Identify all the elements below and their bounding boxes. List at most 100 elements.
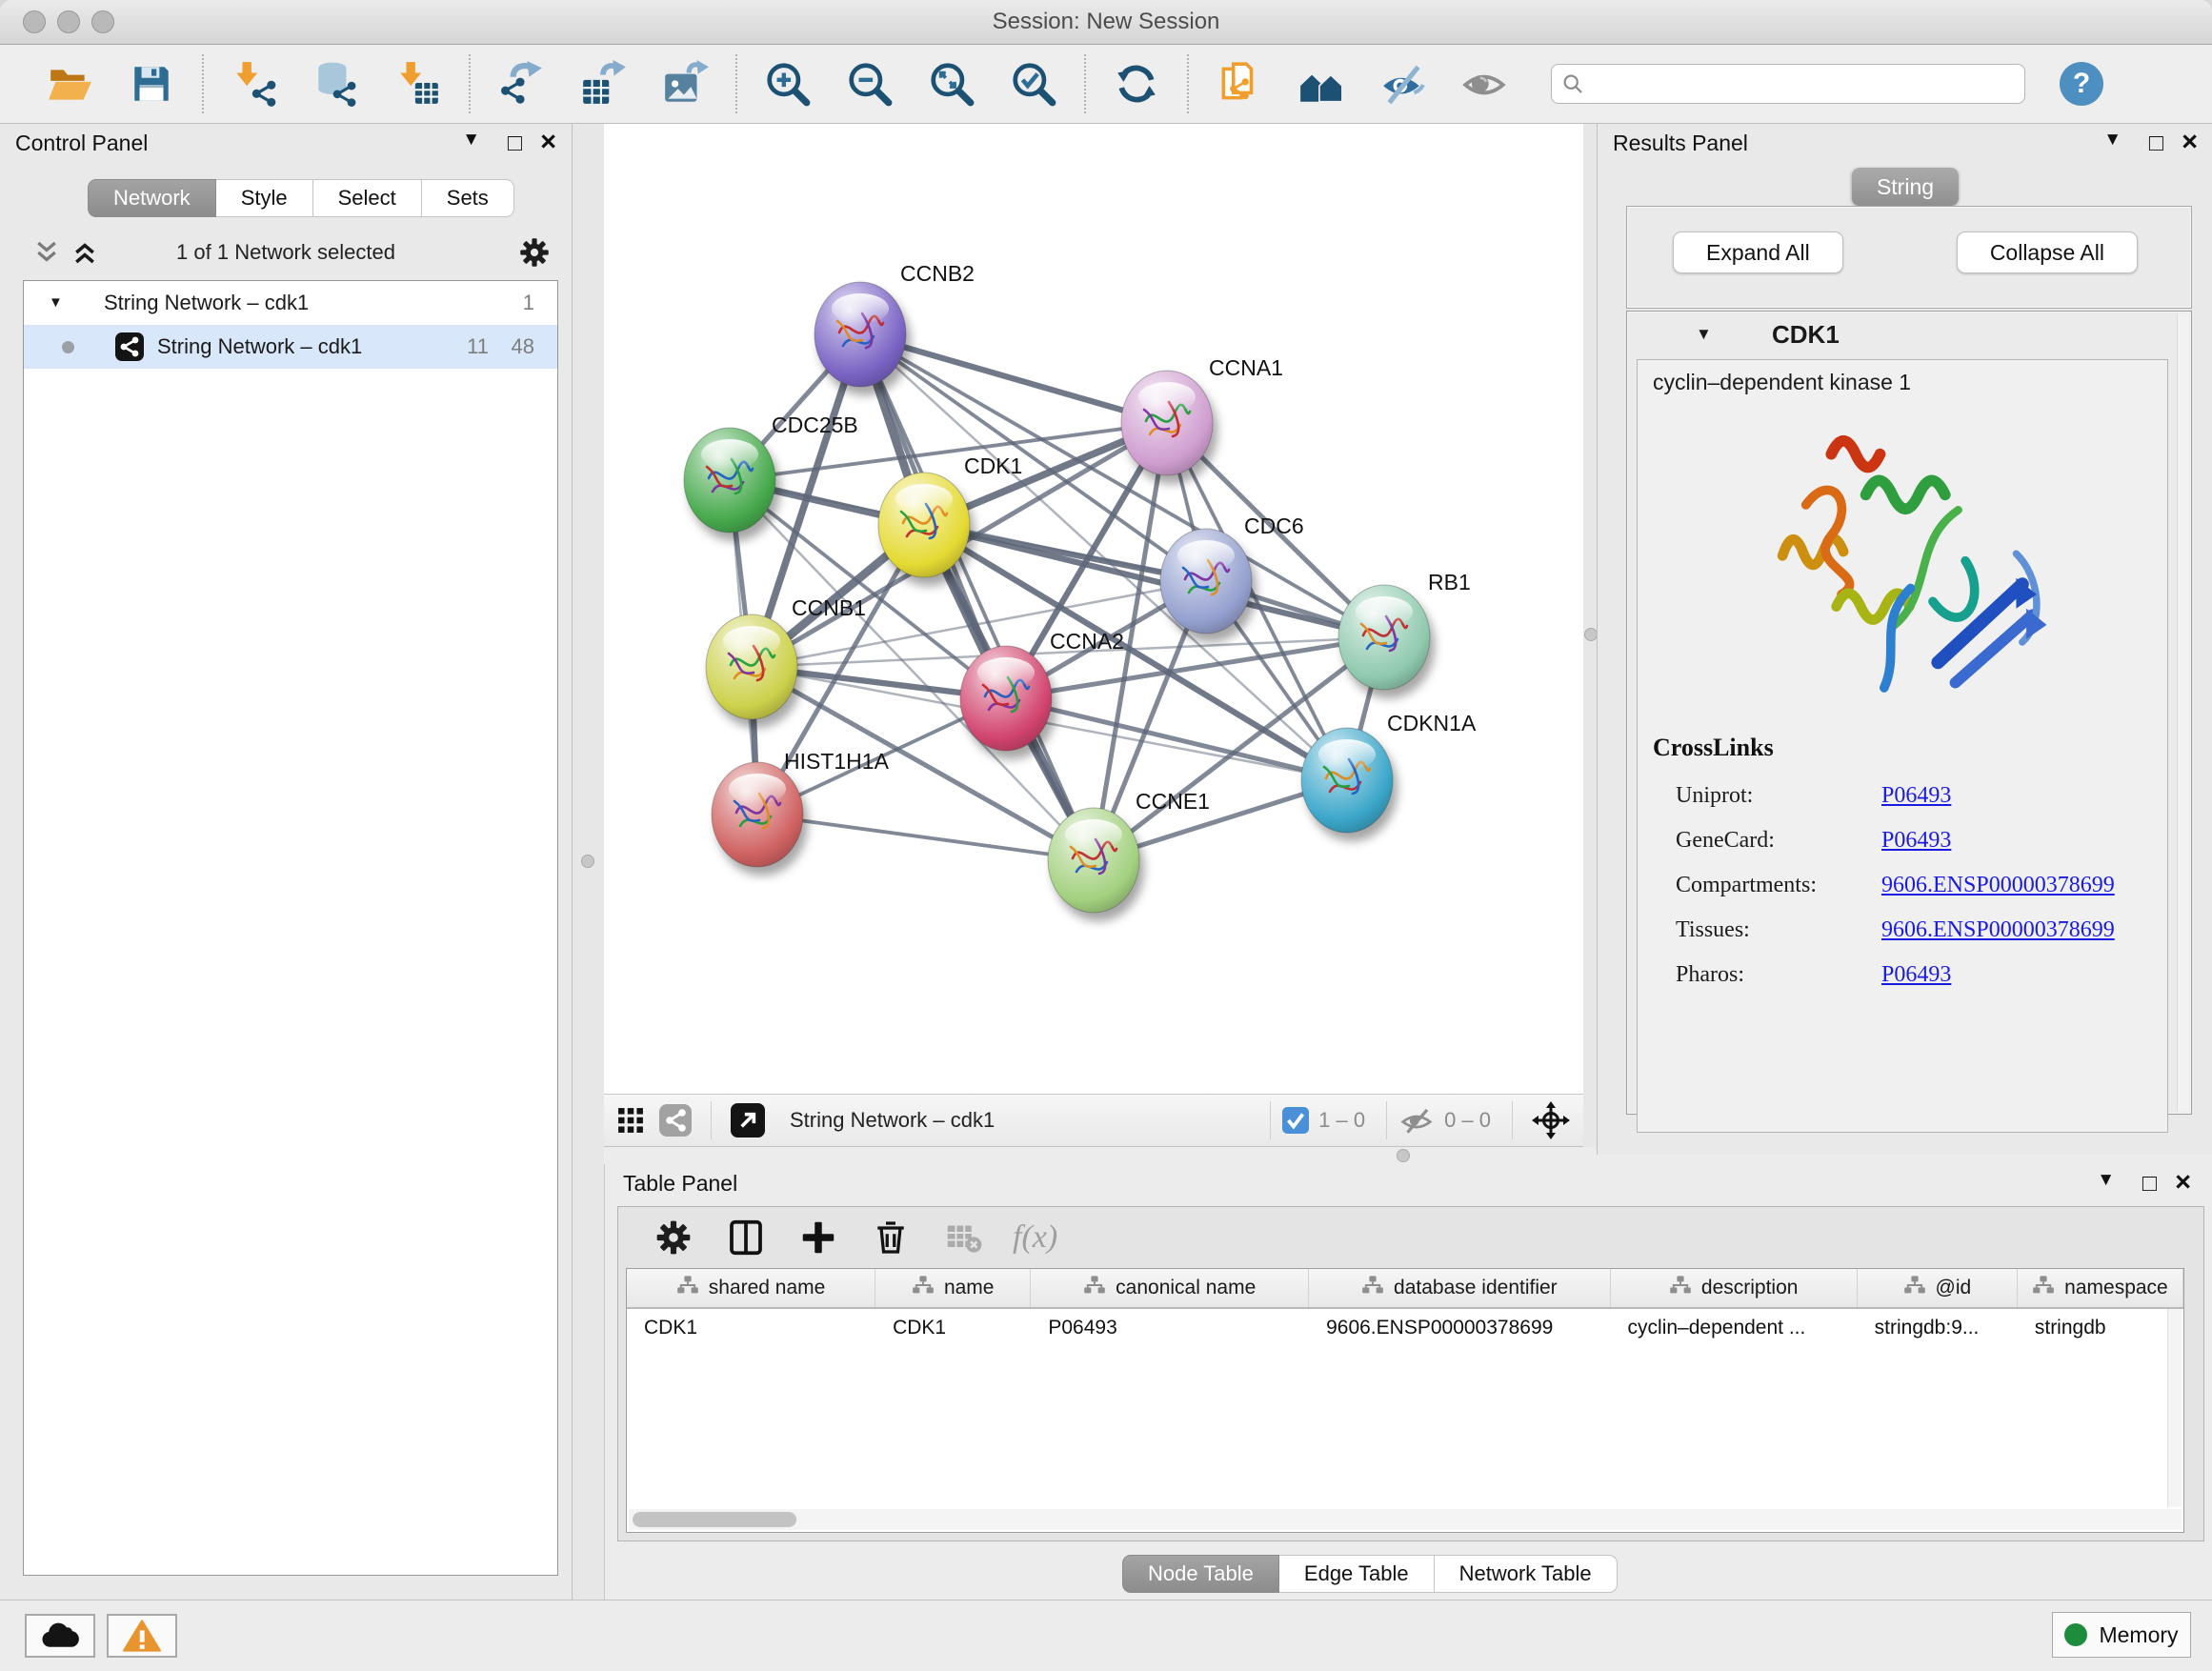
network-node-CDKN1A[interactable]: CDKN1A (1301, 711, 1477, 833)
search-box[interactable] (1551, 64, 2025, 104)
tab-network-table[interactable]: Network Table (1435, 1555, 1618, 1593)
table-cell[interactable]: stringdb (2018, 1309, 2183, 1349)
tab-edge-table[interactable]: Edge Table (1279, 1555, 1435, 1593)
save-session-button[interactable] (128, 60, 175, 108)
gene-expander-icon[interactable]: ▼ (1696, 325, 1712, 344)
import-network-file-button[interactable] (231, 60, 278, 108)
network-canvas[interactable]: CCNB2 CCNA1 CDC25B CDK1 (604, 124, 1583, 1094)
delete-column-icon[interactable] (870, 1217, 912, 1258)
zoom-out-button[interactable] (846, 60, 894, 108)
search-input[interactable] (1584, 71, 2015, 96)
results-panel-float-icon[interactable]: □ (2149, 130, 2163, 157)
scrollbar-thumb[interactable] (633, 1512, 796, 1527)
network-collection-row[interactable]: ▼ String Network – cdk1 1 (24, 281, 557, 325)
crosslink-label: Tissues: (1676, 917, 1750, 943)
table-row[interactable]: CDK1CDK1P064939606.ENSP00000378699cyclin… (627, 1309, 2183, 1349)
collection-expander-icon[interactable]: ▼ (49, 281, 63, 325)
column-header-at-id[interactable]: @id (1858, 1269, 2018, 1307)
network-node-HIST1H1A[interactable]: HIST1H1A (712, 749, 890, 867)
left-splitter-handle[interactable] (581, 855, 594, 868)
table-horizontal-scrollbar[interactable] (629, 1509, 2182, 1530)
table-cell[interactable]: stringdb:9... (1858, 1309, 2018, 1349)
network-edge[interactable] (860, 334, 1094, 860)
expand-all-button[interactable]: Expand All (1673, 232, 1843, 273)
crosslink-link[interactable]: P06493 (1881, 962, 1951, 988)
network-node-CCNB1[interactable]: CCNB1 (706, 595, 866, 719)
crosslink-link[interactable]: 9606.ENSP00000378699 (1881, 917, 2115, 943)
table-panel-close-icon[interactable]: × (2175, 1170, 2191, 1195)
node-table[interactable]: shared namenamecanonical namedatabase id… (626, 1268, 2184, 1533)
tab-network[interactable]: Network (88, 179, 216, 217)
tab-sets[interactable]: Sets (422, 179, 514, 217)
results-scrollbar[interactable] (2177, 313, 2189, 1112)
bottom-splitter-handle[interactable] (1397, 1149, 1410, 1162)
export-network-button[interactable] (497, 60, 545, 108)
create-column-icon[interactable] (797, 1217, 839, 1258)
column-type-icon (912, 1275, 935, 1301)
tab-string[interactable]: String (1852, 168, 1959, 206)
birds-eye-view-icon[interactable] (659, 1104, 692, 1137)
column-header-database-identifier[interactable]: database identifier (1309, 1269, 1611, 1307)
export-table-button[interactable] (579, 60, 627, 108)
show-all-button[interactable] (1461, 60, 1509, 108)
tab-node-table[interactable]: Node Table (1122, 1555, 1279, 1593)
network-node-RB1[interactable]: RB1 (1338, 570, 1471, 690)
hide-selected-button[interactable] (1379, 60, 1427, 108)
network-node-CCNE1[interactable]: CCNE1 (1048, 789, 1210, 913)
column-header-shared-name[interactable]: shared name (627, 1269, 875, 1307)
crosslink-link[interactable]: P06493 (1881, 783, 1951, 809)
network-options-gear-icon[interactable] (518, 236, 551, 269)
column-header-namespace[interactable]: namespace (2018, 1269, 2183, 1307)
control-panel-close-icon[interactable]: × (540, 130, 556, 154)
automation-cloud-button[interactable] (25, 1614, 95, 1658)
export-image-button[interactable] (661, 60, 709, 108)
selected-checkbox-icon[interactable] (1282, 1107, 1309, 1134)
collapse-all-button[interactable]: Collapse All (1957, 232, 2138, 273)
control-panel-float-icon[interactable]: □ (508, 130, 522, 157)
network-edge[interactable] (757, 815, 1094, 860)
refresh-view-button[interactable] (1113, 60, 1160, 108)
import-network-database-button[interactable] (312, 60, 360, 108)
table-cell[interactable]: 9606.ENSP00000378699 (1309, 1309, 1610, 1349)
table-settings-gear-icon[interactable] (653, 1217, 694, 1258)
table-cell[interactable]: cyclin–dependent ... (1611, 1309, 1858, 1349)
grid-view-icon[interactable] (617, 1107, 644, 1134)
memory-button[interactable]: Memory (2052, 1612, 2191, 1658)
duplicate-network-button[interactable] (1216, 60, 1263, 108)
network-edge[interactable] (860, 334, 1167, 423)
table-panel-menu-icon[interactable]: ▼ (2097, 1170, 2115, 1191)
results-panel-menu-icon[interactable]: ▼ (2103, 130, 2122, 151)
table-cell[interactable]: CDK1 (627, 1309, 875, 1349)
table-cell[interactable]: P06493 (1031, 1309, 1309, 1349)
network-node-CDK1[interactable]: CDK1 (878, 453, 1022, 577)
tab-select[interactable]: Select (313, 179, 422, 217)
help-button[interactable]: ? (2060, 62, 2103, 106)
open-session-button[interactable] (46, 60, 93, 108)
pan-crosshair-icon[interactable] (1532, 1101, 1570, 1139)
gene-section-header[interactable]: ▼ CDK1 (1629, 313, 2176, 357)
table-cell[interactable]: CDK1 (875, 1309, 1031, 1349)
network-row[interactable]: String Network – cdk1 11 48 (24, 325, 557, 369)
zoom-selected-button[interactable] (1010, 60, 1057, 108)
column-header-name[interactable]: name (875, 1269, 1031, 1307)
table-vertical-scrollbar[interactable] (2167, 1309, 2182, 1507)
detach-view-icon[interactable] (731, 1103, 765, 1137)
node-label-CCNE1: CCNE1 (1136, 789, 1210, 814)
zoom-fit-button[interactable] (928, 60, 975, 108)
results-panel-close-icon[interactable]: × (2182, 130, 2198, 154)
tab-style[interactable]: Style (216, 179, 313, 217)
table-panel-float-icon[interactable]: □ (2142, 1170, 2157, 1198)
show-column-icon[interactable] (725, 1217, 767, 1258)
network-node-CCNB2[interactable]: CCNB2 (814, 261, 975, 387)
zoom-in-icon (764, 60, 812, 108)
warnings-button[interactable] (107, 1614, 177, 1658)
import-table-file-button[interactable] (394, 60, 442, 108)
zoom-in-button[interactable] (764, 60, 812, 108)
crosslink-link[interactable]: 9606.ENSP00000378699 (1881, 873, 2115, 898)
right-splitter-handle[interactable] (1584, 628, 1598, 641)
control-panel-menu-icon[interactable]: ▼ (462, 130, 480, 151)
first-neighbors-button[interactable] (1297, 60, 1345, 108)
column-header-canonical-name[interactable]: canonical name (1031, 1269, 1309, 1307)
crosslink-link[interactable]: P06493 (1881, 828, 1951, 854)
column-header-description[interactable]: description (1611, 1269, 1858, 1307)
